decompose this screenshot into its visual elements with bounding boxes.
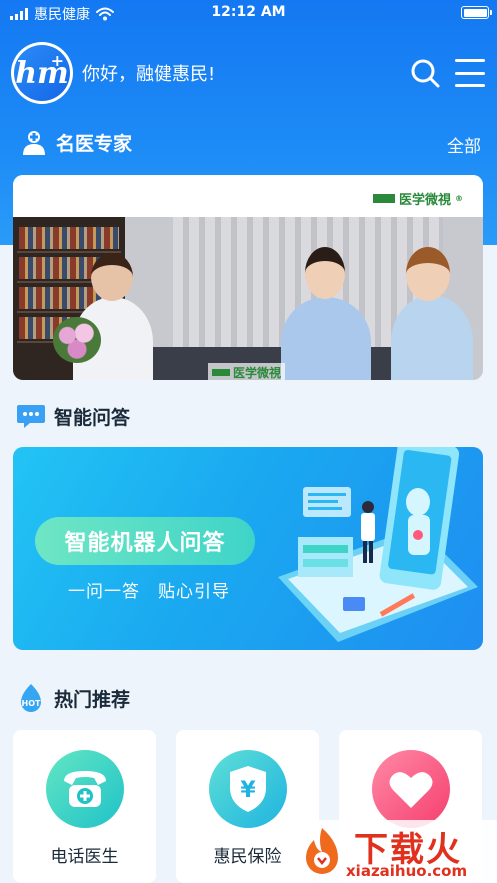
video-thumbnail: 医学微視 [13,217,483,380]
status-bar: 惠民健康 12:12 AM [0,0,497,26]
hot-badge-text: HOT [22,699,41,708]
expert-video-card[interactable]: 医学微視 ® 医学微視 [13,175,483,380]
battery-icon [461,6,492,19]
heart-icon [389,772,433,808]
hot-label-phone-doctor: 电话医生 [50,847,119,867]
video-brand-logo: 医学微視 ® [372,189,463,208]
qa-banner[interactable]: 智能机器人问答 一问一答 贴心引导 [13,447,483,650]
phone-medical-icon [64,771,106,807]
host-head [406,247,450,301]
guest-head [305,247,345,299]
menu-icon[interactable] [455,59,485,87]
medical-illustration [278,447,478,642]
status-time: 12:12 AM [211,4,286,20]
experts-more-link[interactable]: 全部 [447,132,481,157]
doctor-icon [23,131,45,155]
hot-badge-icon: HOT [21,684,41,712]
plus-icon: + [50,51,64,70]
guest-figure [281,297,371,380]
watermark-url: xiazaihuo.com [346,862,468,880]
host-figure [391,295,473,380]
video-brand-text: 医学微視 [398,193,451,208]
registered-mark: ® [455,194,463,203]
doctor-head [91,253,133,301]
hot-icon-bg [372,750,450,828]
qa-section-title: 智能问答 [16,402,130,430]
yen-shield-icon: ¥ [230,766,266,812]
search-icon[interactable] [410,58,440,88]
experts-section-title: 名医专家 [20,128,132,156]
logo-mark: hm + [14,45,70,101]
experts-title: 名医专家 [56,132,133,155]
hot-card-phone-doctor[interactable]: 电话医生 [13,730,156,883]
chat-bubble-icon [17,405,45,428]
qa-title: 智能问答 [54,406,131,429]
watermark-bar-icon [212,369,230,376]
app-logo[interactable]: hm + [11,42,73,104]
hot-title: 热门推荐 [54,688,131,711]
site-watermark: 下载火 xiazaihuo.com [290,820,497,883]
flame-logo-icon [306,828,338,874]
hot-icon-bg: ¥ [209,750,287,828]
hot-icon-bg [46,750,124,828]
video-watermark: 医学微視 [208,363,286,380]
greeting-text: 你好，融健惠民! [82,64,216,85]
robot-qa-button[interactable]: 智能机器人问答 [35,517,255,565]
app-header: hm + 你好，融健惠民! [0,40,497,106]
hot-section-title: HOT 热门推荐 [16,682,130,714]
brand-bar-icon [372,194,395,203]
qa-subtitle: 一问一答 贴心引导 [68,582,230,602]
video-watermark-text: 医学微視 [233,366,282,380]
flowers-image [53,317,101,363]
video-header: 医学微視 ® [13,175,483,217]
svg-text:¥: ¥ [240,778,256,803]
